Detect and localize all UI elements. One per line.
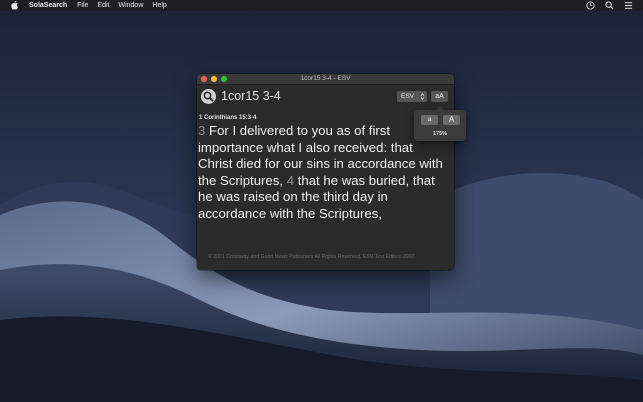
- font-size-popover: a A 175%: [414, 106, 466, 141]
- verse-number: 4: [286, 172, 295, 188]
- query-text[interactable]: 1cor15 3-4: [221, 89, 281, 103]
- font-size-button[interactable]: aA: [431, 91, 448, 102]
- zoom-level-label: 175%: [432, 131, 448, 137]
- decrease-font-button[interactable]: a: [421, 115, 438, 125]
- window-titlebar[interactable]: 1cor15 3-4 - ESV: [197, 74, 454, 85]
- menu-file[interactable]: File: [77, 2, 88, 9]
- apple-icon[interactable]: [10, 1, 19, 10]
- passage-window: 1cor15 3-4 - ESV 1cor15 3-4 ESV aA 1 Cor…: [197, 74, 454, 270]
- menu-app-name[interactable]: SolaSearch: [29, 2, 67, 9]
- version-select[interactable]: ESV: [397, 91, 427, 102]
- copyright-notice: © 2001 Crossway and Good News Publishers…: [208, 254, 415, 260]
- search-icon[interactable]: [605, 1, 614, 10]
- menu-window[interactable]: Window: [118, 2, 143, 9]
- menu-edit[interactable]: Edit: [97, 2, 109, 9]
- up-down-chevron-icon: [420, 93, 425, 100]
- increase-font-button[interactable]: A: [443, 115, 460, 125]
- menu-bar: SolaSearch File Edit Window Help: [0, 0, 643, 11]
- toolbar: 1cor15 3-4 ESV aA: [197, 85, 454, 107]
- version-select-value: ESV: [401, 93, 415, 100]
- passage-text: 3 For I delivered to you as of first imp…: [198, 123, 450, 223]
- magnifier-icon: [203, 91, 214, 102]
- reference-heading: 1 Corinthians 15:3-4: [199, 115, 257, 121]
- menu-list-icon[interactable]: [624, 1, 633, 10]
- window-title: 1cor15 3-4 - ESV: [300, 75, 351, 82]
- clock-icon[interactable]: [586, 1, 595, 10]
- menu-help[interactable]: Help: [152, 2, 166, 9]
- search-button[interactable]: [201, 89, 216, 104]
